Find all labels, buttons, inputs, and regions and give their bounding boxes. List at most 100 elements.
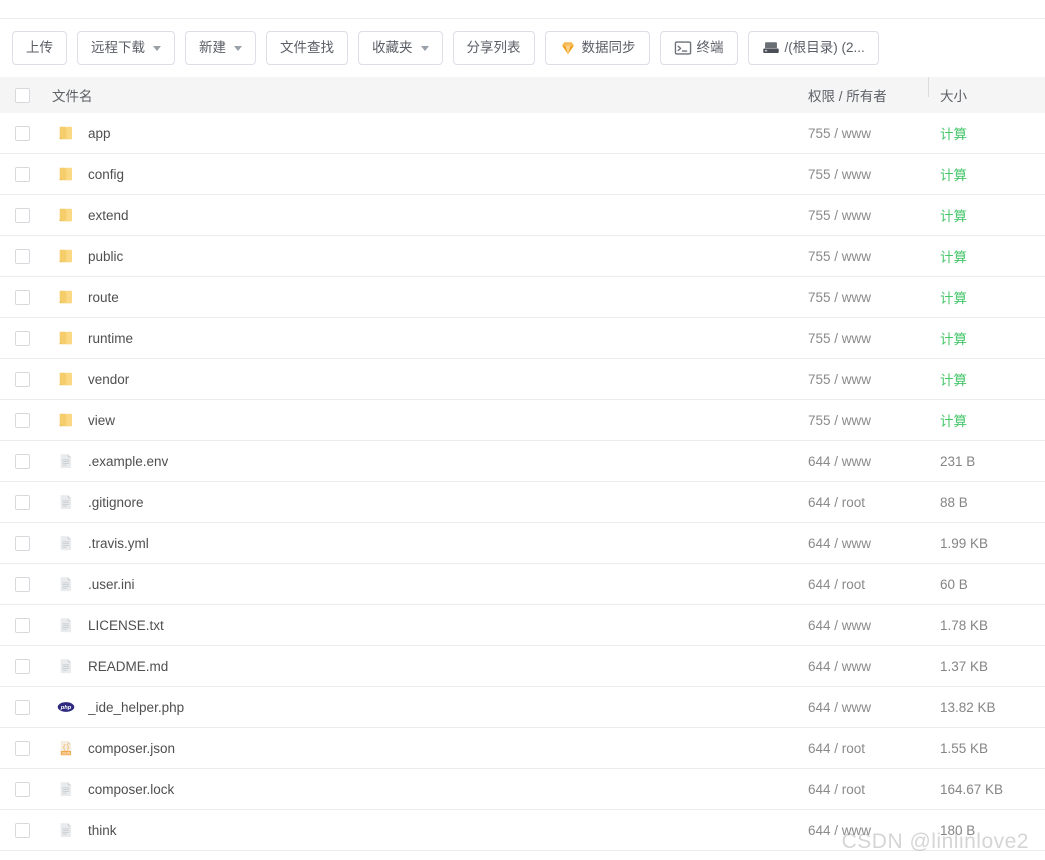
toolbar-button-5[interactable]: 收藏夹 xyxy=(358,31,443,65)
row-checkbox[interactable] xyxy=(14,576,30,592)
calculate-size-link[interactable]: 计算 xyxy=(940,123,1045,143)
permission-owner-label[interactable]: 755 / www xyxy=(808,167,940,182)
table-row[interactable]: .user.ini 644 / root 60 B xyxy=(0,564,1045,605)
filename-label[interactable]: public xyxy=(88,249,123,264)
row-checkbox[interactable] xyxy=(14,699,30,715)
permission-owner-label[interactable]: 644 / www xyxy=(808,700,940,715)
permission-owner-label[interactable]: 644 / www xyxy=(808,823,940,838)
filename-label[interactable]: .gitignore xyxy=(88,495,144,510)
filename-label[interactable]: extend xyxy=(88,208,129,223)
toolbar-button-2[interactable]: 远程下载 xyxy=(77,31,175,65)
row-checkbox[interactable] xyxy=(14,494,30,510)
table-row[interactable]: vendor 755 / www 计算 xyxy=(0,359,1045,400)
calculate-size-link[interactable]: 计算 xyxy=(940,410,1045,430)
table-row[interactable]: php _ide_helper.php 644 / www 13.82 KB xyxy=(0,687,1045,728)
row-checkbox[interactable] xyxy=(14,740,30,756)
row-checkbox[interactable] xyxy=(14,125,30,141)
filename-label[interactable]: LICENSE.txt xyxy=(88,618,164,633)
toolbar-button-7[interactable]: 数据同步 xyxy=(544,31,650,65)
filename-label[interactable]: route xyxy=(88,290,119,305)
file-icon xyxy=(56,615,76,635)
toolbar-button-6[interactable]: 分享列表 xyxy=(452,31,535,65)
header-size[interactable]: 大小 xyxy=(928,77,1045,105)
permission-owner-label[interactable]: 755 / www xyxy=(808,290,940,305)
permission-owner-label[interactable]: 755 / www xyxy=(808,208,940,223)
toolbar-button-4[interactable]: 文件查找 xyxy=(266,31,348,65)
table-row[interactable]: config 755 / www 计算 xyxy=(0,154,1045,195)
table-row[interactable]: .example.env 644 / www 231 B xyxy=(0,441,1045,482)
toolbar-button-9[interactable]: /(根目录) (2... xyxy=(747,31,879,65)
permission-owner-label[interactable]: 644 / root xyxy=(808,495,940,510)
svg-text:php: php xyxy=(60,705,72,711)
filename-label[interactable]: view xyxy=(88,413,115,428)
header-permission[interactable]: 权限 / 所有者 xyxy=(808,85,940,105)
row-select-cell xyxy=(0,412,44,428)
table-row[interactable]: {} JSON composer.json 644 / root 1.55 KB xyxy=(0,728,1045,769)
permission-owner-label[interactable]: 644 / www xyxy=(808,536,940,551)
permission-owner-label[interactable]: 644 / root xyxy=(808,782,940,797)
table-row[interactable]: app 755 / www 计算 xyxy=(0,113,1045,154)
toolbar-button-8[interactable]: 终端 xyxy=(659,31,738,65)
select-all-checkbox[interactable] xyxy=(14,87,30,103)
row-checkbox[interactable] xyxy=(14,535,30,551)
table-row[interactable]: composer.lock 644 / root 164.67 KB xyxy=(0,769,1045,810)
row-checkbox[interactable] xyxy=(14,166,30,182)
calculate-size-link[interactable]: 计算 xyxy=(940,328,1045,348)
filename-label[interactable]: .travis.yml xyxy=(88,536,149,551)
filename-label[interactable]: config xyxy=(88,167,124,182)
table-row[interactable]: route 755 / www 计算 xyxy=(0,277,1045,318)
row-checkbox[interactable] xyxy=(14,453,30,469)
calculate-size-link[interactable]: 计算 xyxy=(940,246,1045,266)
permission-owner-label[interactable]: 755 / www xyxy=(808,372,940,387)
calculate-size-link[interactable]: 计算 xyxy=(940,164,1045,184)
header-filename[interactable]: 文件名 xyxy=(44,85,808,105)
table-row[interactable]: LICENSE.txt 644 / www 1.78 KB xyxy=(0,605,1045,646)
row-checkbox[interactable] xyxy=(14,330,30,346)
table-row[interactable]: README.md 644 / www 1.37 KB xyxy=(0,646,1045,687)
table-row[interactable]: view 755 / www 计算 xyxy=(0,400,1045,441)
permission-owner-label[interactable]: 755 / www xyxy=(808,413,940,428)
permission-owner-label[interactable]: 644 / root xyxy=(808,577,940,592)
table-row[interactable]: think 644 / www 180 B xyxy=(0,810,1045,851)
toolbar-button-1[interactable]: 上传 xyxy=(12,31,67,65)
filename-label[interactable]: _ide_helper.php xyxy=(88,700,184,715)
permission-owner-label[interactable]: 644 / root xyxy=(808,741,940,756)
filename-label[interactable]: think xyxy=(88,823,117,838)
row-checkbox[interactable] xyxy=(14,822,30,838)
filename-label[interactable]: .example.env xyxy=(88,454,168,469)
folder-icon xyxy=(56,246,76,266)
filename-label[interactable]: app xyxy=(88,126,111,141)
filename-label[interactable]: vendor xyxy=(88,372,129,387)
table-row[interactable]: public 755 / www 计算 xyxy=(0,236,1045,277)
calculate-size-link[interactable]: 计算 xyxy=(940,369,1045,389)
file-size-label: 1.37 KB xyxy=(940,658,989,674)
filename-label[interactable]: composer.lock xyxy=(88,782,174,797)
permission-owner-label[interactable]: 755 / www xyxy=(808,249,940,264)
permission-owner-label[interactable]: 644 / www xyxy=(808,618,940,633)
filename-label[interactable]: .user.ini xyxy=(88,577,135,592)
row-checkbox[interactable] xyxy=(14,289,30,305)
row-checkbox[interactable] xyxy=(14,371,30,387)
permission-owner-label[interactable]: 755 / www xyxy=(808,126,940,141)
table-row[interactable]: extend 755 / www 计算 xyxy=(0,195,1045,236)
table-row[interactable]: .gitignore 644 / root 88 B xyxy=(0,482,1045,523)
row-checkbox[interactable] xyxy=(14,207,30,223)
permission-owner-label[interactable]: 755 / www xyxy=(808,331,940,346)
row-checkbox[interactable] xyxy=(14,248,30,264)
calculate-size-link[interactable]: 计算 xyxy=(940,205,1045,225)
permission-owner-label[interactable]: 644 / www xyxy=(808,659,940,674)
table-row[interactable]: .travis.yml 644 / www 1.99 KB xyxy=(0,523,1045,564)
table-row[interactable]: runtime 755 / www 计算 xyxy=(0,318,1045,359)
chevron-down-icon xyxy=(153,45,161,51)
calculate-size-link[interactable]: 计算 xyxy=(940,287,1045,307)
toolbar-button-3[interactable]: 新建 xyxy=(185,31,256,65)
row-checkbox[interactable] xyxy=(14,781,30,797)
filename-label[interactable]: README.md xyxy=(88,659,168,674)
filename-label[interactable]: runtime xyxy=(88,331,133,346)
row-checkbox[interactable] xyxy=(14,658,30,674)
row-checkbox[interactable] xyxy=(14,617,30,633)
permission-owner-label[interactable]: 644 / www xyxy=(808,454,940,469)
row-checkbox[interactable] xyxy=(14,412,30,428)
toolbar-button-label: 分享列表 xyxy=(466,40,521,56)
filename-label[interactable]: composer.json xyxy=(88,741,175,756)
